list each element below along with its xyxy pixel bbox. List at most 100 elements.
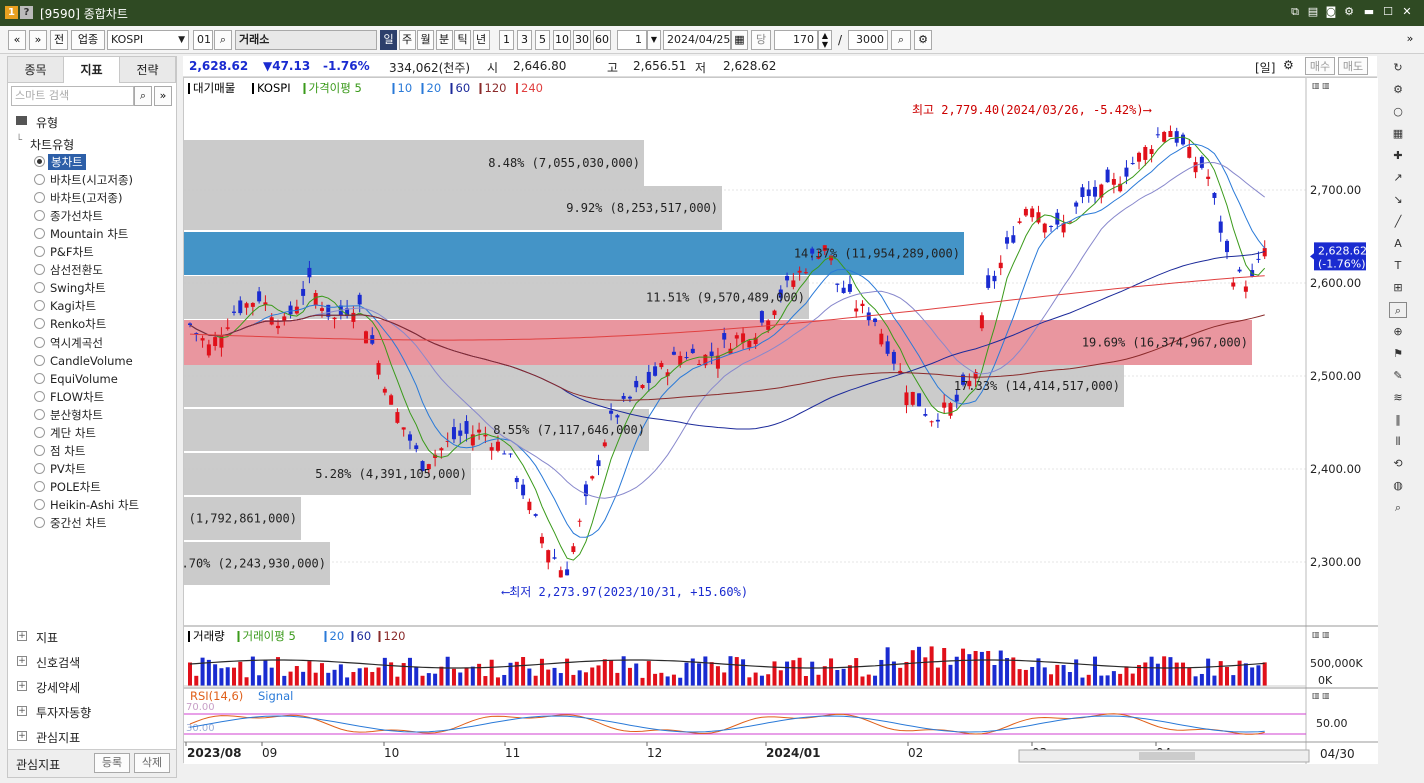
expand-plus-icon[interactable]: + <box>17 656 27 666</box>
search-icon[interactable]: ⌕ <box>1389 500 1407 516</box>
trend-arrow-icon[interactable]: ↗ <box>1389 170 1407 186</box>
pattern-icon[interactable]: ⊞ <box>1389 280 1407 296</box>
help-icon[interactable]: ? <box>20 6 33 19</box>
interval-10-button[interactable]: 10 <box>553 30 571 50</box>
interval-count-input[interactable]: 1 <box>617 30 647 50</box>
crosshair-icon[interactable]: ✚ <box>1389 148 1407 164</box>
chart-type-radio[interactable] <box>34 282 45 294</box>
settings-icon[interactable]: ⚙ <box>1283 58 1294 72</box>
smart-search-input[interactable]: 스마트 검색 <box>11 86 134 106</box>
eraser-icon[interactable]: ◍ <box>1389 478 1407 494</box>
scrollbar-thumb[interactable] <box>1139 752 1195 760</box>
bar-count-stepper[interactable]: ▲ ▼ <box>818 30 832 50</box>
chart-type-radio[interactable] <box>34 354 45 366</box>
chart-type-radio[interactable] <box>34 300 45 312</box>
chart-type-item[interactable]: PV차트 <box>50 461 86 477</box>
total-count-input[interactable]: 3000 <box>848 30 888 50</box>
indicator-group-item[interactable]: 관심지표 <box>36 729 80 746</box>
date-input[interactable]: 2024/04/25 <box>663 30 731 50</box>
panel-tab-1[interactable]: 지표 <box>64 57 120 83</box>
magnify-icon[interactable]: ⌕ <box>1389 302 1407 318</box>
chart-type-radio[interactable] <box>34 192 45 204</box>
chart-type-item[interactable]: 바차트(시고저종) <box>50 172 133 188</box>
chart-type-item[interactable]: POLE차트 <box>50 479 101 495</box>
search-icon[interactable]: ⌕ <box>134 86 152 106</box>
sell-button[interactable]: 매도 <box>1338 57 1368 75</box>
circle-tool-icon[interactable]: ○ <box>1389 104 1407 120</box>
minimize-icon[interactable]: ▬ <box>1362 5 1376 19</box>
chart-type-radio[interactable] <box>34 372 45 384</box>
chart-type-radio[interactable] <box>34 264 45 276</box>
expand-plus-icon[interactable]: + <box>17 706 27 716</box>
panel-tab-0[interactable]: 종목 <box>8 57 64 83</box>
chart-type-item[interactable]: 종가선차트 <box>50 208 103 224</box>
interval-60-button[interactable]: 60 <box>593 30 611 50</box>
panel-control-icon[interactable]: ▥ ▥ <box>1312 81 1330 90</box>
chart-type-radio[interactable] <box>34 318 45 330</box>
chart-type-item[interactable]: P&F차트 <box>50 244 94 260</box>
chart-type-radio[interactable] <box>34 498 45 510</box>
expand-icon[interactable]: » <box>1403 30 1417 50</box>
chart-type-radio[interactable] <box>34 156 45 167</box>
indicator-group-item[interactable]: 투자자동향 <box>36 704 91 721</box>
chart-type-radio[interactable] <box>34 462 45 474</box>
settings-icon[interactable]: ⚙ <box>1389 82 1407 98</box>
chart-type-item[interactable]: 바차트(고저종) <box>50 190 122 206</box>
indicator-group-item[interactable]: 신호검색 <box>36 654 80 671</box>
index-code-input[interactable]: 01 <box>193 30 213 50</box>
market-type-button[interactable]: 업종 <box>71 30 105 50</box>
close-icon[interactable]: ✕ <box>1400 5 1414 19</box>
chart-type-item[interactable]: Swing차트 <box>50 280 106 296</box>
chart-area[interactable]: 8.48% (7,055,030,000) 9.92% (8,253,517,00… <box>145 77 1378 764</box>
interval-3-button[interactable]: 3 <box>517 30 532 50</box>
jeon-button[interactable]: 전 <box>50 30 68 50</box>
chart-type-item[interactable]: FLOW차트 <box>50 389 104 405</box>
bar-count-input[interactable]: 170 <box>774 30 818 50</box>
chart-type-radio[interactable] <box>34 444 45 456</box>
chart-type-radio[interactable] <box>34 517 45 528</box>
buy-button[interactable]: 매수 <box>1305 57 1335 75</box>
add-button[interactable]: 등록 <box>94 753 130 773</box>
auto-icon[interactable]: A <box>1389 236 1407 252</box>
interval-30-button[interactable]: 30 <box>573 30 591 50</box>
chart-type-item[interactable]: 중간선 차트 <box>50 515 107 531</box>
chart-type-radio[interactable] <box>34 480 45 492</box>
chart-type-radio[interactable] <box>34 210 45 222</box>
panel-tab-2[interactable]: 전략 <box>120 57 176 83</box>
chart-type-radio[interactable] <box>34 228 45 240</box>
chart-type-item[interactable]: 계단 차트 <box>50 425 96 441</box>
refresh-icon[interactable]: ↻ <box>1389 60 1407 76</box>
collapse-icon[interactable]: » <box>154 86 172 106</box>
parallel-icon[interactable]: ‖ <box>1389 412 1407 428</box>
indicator-group-item[interactable]: 강세약세 <box>36 679 80 696</box>
link-icon[interactable]: ⧉ <box>1288 5 1302 19</box>
period-1-button[interactable]: 주 <box>398 30 416 50</box>
expand-plus-icon[interactable]: + <box>17 681 27 691</box>
interval-dropdown-icon[interactable]: ▼ <box>647 30 661 50</box>
expand-plus-icon[interactable]: + <box>17 731 27 741</box>
chart-type-item[interactable]: Renko차트 <box>50 316 106 332</box>
expand-plus-icon[interactable]: + <box>17 631 27 641</box>
chart-type-item[interactable]: 분산형차트 <box>50 407 103 423</box>
text-tool-icon[interactable]: T <box>1389 258 1407 274</box>
camera-icon[interactable]: ◙ <box>1324 5 1338 19</box>
chart-type-radio[interactable] <box>34 408 45 420</box>
undo-icon[interactable]: ⟲ <box>1389 456 1407 472</box>
period-0-button[interactable]: 일 <box>380 30 397 50</box>
chart-type-radio[interactable] <box>34 174 45 186</box>
period-2-button[interactable]: 월 <box>417 30 434 50</box>
down-arrow-icon[interactable]: ↘ <box>1389 192 1407 208</box>
chart-type-item[interactable]: EquiVolume <box>50 371 118 387</box>
settings-icon[interactable]: ⚙ <box>1342 5 1356 19</box>
interval-1-button[interactable]: 1 <box>499 30 514 50</box>
interval-5-button[interactable]: 5 <box>535 30 550 50</box>
line-tool-icon[interactable]: ╱ <box>1389 214 1407 230</box>
chart-type-item[interactable]: Mountain 차트 <box>50 226 128 242</box>
next-button[interactable]: » <box>29 30 47 50</box>
chart-type-radio[interactable] <box>34 246 45 258</box>
chart-type-radio[interactable] <box>34 426 45 438</box>
panel-control-icon[interactable]: ▥ ▥ <box>1312 691 1330 700</box>
prev-button[interactable]: « <box>8 30 26 50</box>
chart-type-radio[interactable] <box>34 390 45 402</box>
period-5-button[interactable]: 년 <box>472 30 490 50</box>
